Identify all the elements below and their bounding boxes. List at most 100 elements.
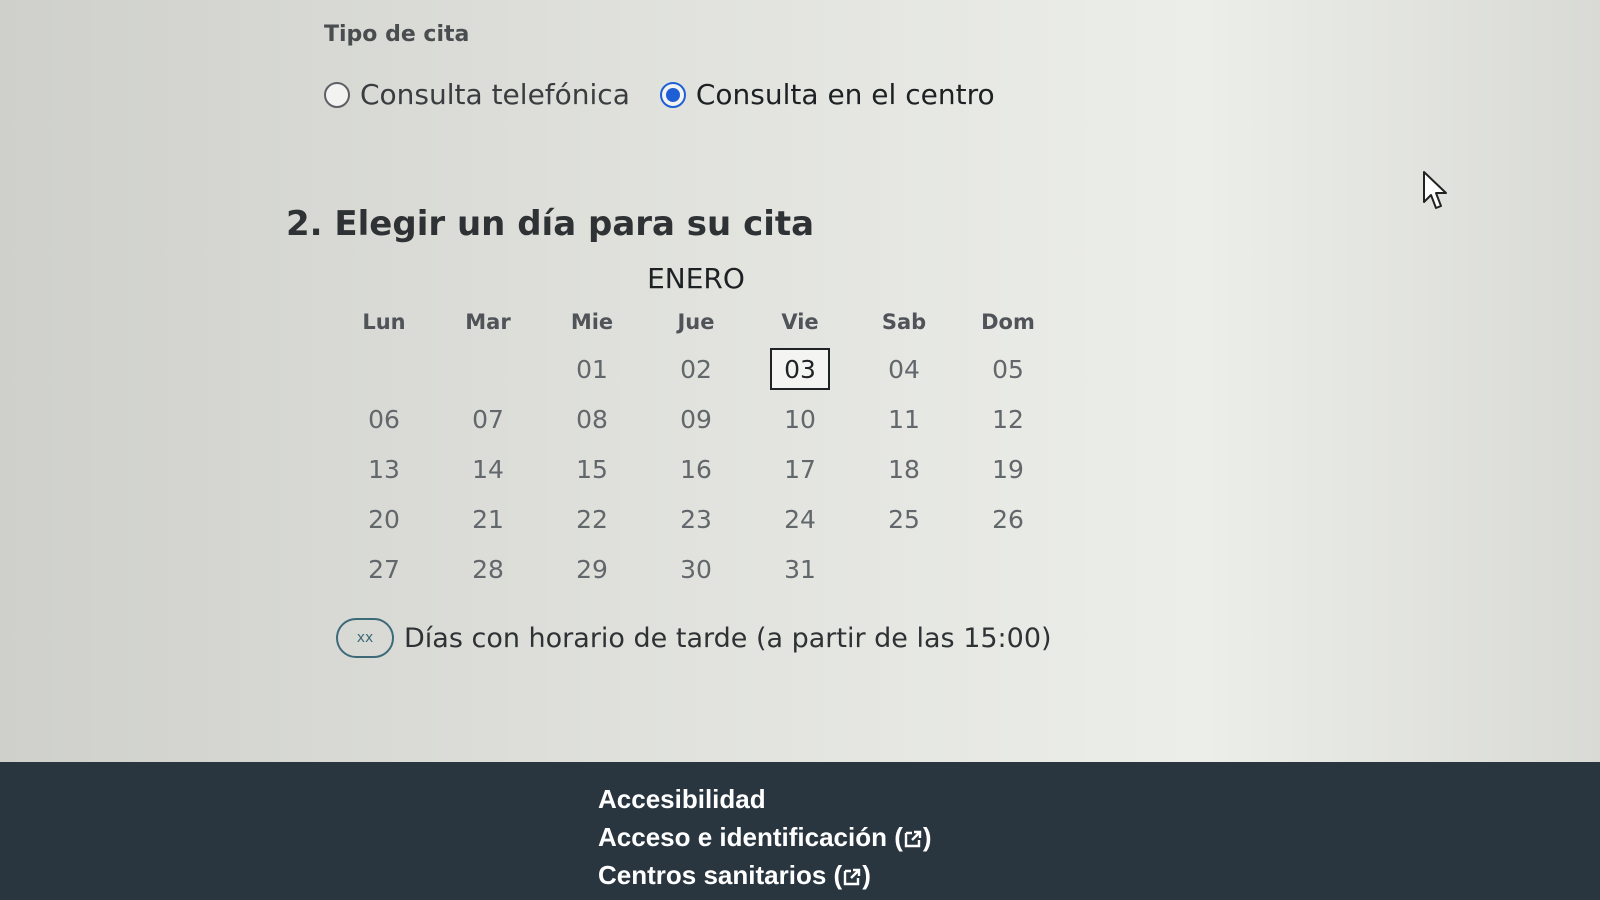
calendar: ENERO Lun Mar Mie Jue Vie Sab Dom 01 02 03 04 05 06… xyxy=(332,258,1060,594)
site-footer: Accesibilidad Acceso e identificación () C… xyxy=(0,762,1600,900)
calendar-cell: 04 xyxy=(852,348,956,390)
calendar-day[interactable]: 09 xyxy=(666,398,726,440)
calendar-day[interactable]: 26 xyxy=(978,498,1038,540)
calendar-cell: 20 xyxy=(332,498,436,540)
calendar-day[interactable]: 18 xyxy=(874,448,934,490)
calendar-cell: 31 xyxy=(748,548,852,590)
calendar-cell: 29 xyxy=(540,548,644,590)
legend-text: Días con horario de tarde (a partir de l… xyxy=(404,622,1052,654)
calendar-day[interactable]: 02 xyxy=(666,348,726,390)
calendar-day[interactable]: 21 xyxy=(458,498,518,540)
step-title-text: Elegir un día para su cita xyxy=(334,204,815,244)
calendar-cell: 26 xyxy=(956,498,1060,540)
footer-link-text: Accesibilidad xyxy=(598,784,766,814)
calendar-cell: 09 xyxy=(644,398,748,440)
calendar-cell: 30 xyxy=(644,548,748,590)
weekday-header: Mar xyxy=(465,310,511,334)
calendar-cell: 18 xyxy=(852,448,956,490)
calendar-cell: 05 xyxy=(956,348,1060,390)
calendar-cell: 19 xyxy=(956,448,1060,490)
calendar-cell: 17 xyxy=(748,448,852,490)
calendar-cell: 03 xyxy=(748,348,852,390)
weekday-header: Dom xyxy=(981,310,1035,334)
calendar-cell: 28 xyxy=(436,548,540,590)
calendar-day[interactable]: 11 xyxy=(874,398,934,440)
calendar-cell: 16 xyxy=(644,448,748,490)
calendar-day[interactable]: 30 xyxy=(666,548,726,590)
external-link-icon xyxy=(843,868,861,886)
evening-hours-legend: xx Días con horario de tarde (a partir d… xyxy=(336,618,1052,658)
calendar-day[interactable]: 10 xyxy=(770,398,830,440)
footer-link[interactable]: Acceso e identificación () xyxy=(598,818,932,856)
calendar-day[interactable]: 13 xyxy=(354,448,414,490)
calendar-week-row: 01 02 03 04 05 xyxy=(332,344,1060,394)
footer-links: Accesibilidad Acceso e identificación () C… xyxy=(598,780,932,894)
calendar-cell: 06 xyxy=(332,398,436,440)
calendar-day[interactable]: 08 xyxy=(562,398,622,440)
calendar-day[interactable]: 16 xyxy=(666,448,726,490)
calendar-day[interactable]: 14 xyxy=(458,448,518,490)
calendar-cell: 12 xyxy=(956,398,1060,440)
appointment-type-label: Tipo de cita xyxy=(324,22,470,47)
calendar-week-row: 27 28 29 30 31 xyxy=(332,544,1060,594)
calendar-grid: 01 02 03 04 05 06 07 08 09 10 11 12 13 14 15 16 17 18 19 20… xyxy=(332,344,1060,594)
calendar-day[interactable]: 12 xyxy=(978,398,1038,440)
step-number: 2. xyxy=(286,204,323,244)
weekday-header: Lun xyxy=(362,310,406,334)
calendar-cell: 15 xyxy=(540,448,644,490)
radio-center-circle[interactable] xyxy=(659,81,686,108)
footer-link-text: Centros sanitarios xyxy=(598,860,827,890)
calendar-day[interactable]: 28 xyxy=(458,548,518,590)
calendar-cell: 14 xyxy=(436,448,540,490)
calendar-day[interactable]: 04 xyxy=(874,348,934,390)
calendar-day[interactable]: 19 xyxy=(978,448,1038,490)
calendar-day[interactable]: 27 xyxy=(354,548,414,590)
calendar-day[interactable]: 20 xyxy=(354,498,414,540)
weekday-header: Vie xyxy=(781,310,819,334)
calendar-cell: 01 xyxy=(540,348,644,390)
footer-link-text: Acceso e identificación xyxy=(598,822,887,852)
calendar-day[interactable]: 23 xyxy=(666,498,726,540)
radio-phone-label: Consulta telefónica xyxy=(360,78,630,111)
calendar-week-row: 13 14 15 16 17 18 19 xyxy=(332,444,1060,494)
calendar-cell: 13 xyxy=(332,448,436,490)
weekday-header: Sab xyxy=(881,310,927,334)
radio-option-phone[interactable]: Consulta telefónica xyxy=(324,78,630,111)
calendar-day-selected[interactable]: 03 xyxy=(770,348,830,390)
calendar-day[interactable]: 05 xyxy=(978,348,1038,390)
calendar-cell: 07 xyxy=(436,398,540,440)
calendar-day[interactable]: 29 xyxy=(562,548,622,590)
calendar-day[interactable]: 06 xyxy=(354,398,414,440)
calendar-day[interactable]: 01 xyxy=(562,348,622,390)
calendar-cell: 08 xyxy=(540,398,644,440)
calendar-cell: 02 xyxy=(644,348,748,390)
calendar-cell: 11 xyxy=(852,398,956,440)
calendar-day[interactable]: 31 xyxy=(770,548,830,590)
weekday-header: Mie xyxy=(570,310,614,334)
calendar-cell: 27 xyxy=(332,548,436,590)
radio-phone-circle[interactable] xyxy=(324,81,350,108)
radio-option-center[interactable]: Consulta en el centro xyxy=(659,78,995,111)
footer-link[interactable]: Centros sanitarios () xyxy=(598,856,932,894)
calendar-day[interactable]: 24 xyxy=(770,498,830,540)
mouse-pointer-icon xyxy=(1423,171,1447,209)
calendar-week-row: 20 21 22 23 24 25 26 xyxy=(332,494,1060,544)
step-title: 2. Elegir un día para su cita xyxy=(286,204,814,244)
calendar-day[interactable]: 15 xyxy=(562,448,622,490)
legend-marker: xx xyxy=(336,618,394,658)
calendar-cell: 21 xyxy=(436,498,540,540)
radio-center-label: Consulta en el centro xyxy=(695,78,995,111)
weekday-header: Jue xyxy=(677,310,715,334)
calendar-weekdays: Lun Mar Mie Jue Vie Sab Dom xyxy=(332,300,1060,344)
calendar-month-title: ENERO xyxy=(647,262,745,295)
appointment-type-radio-group: Consulta telefónica Consulta en el centr… xyxy=(324,78,995,111)
calendar-day[interactable]: 25 xyxy=(874,498,934,540)
calendar-cell: 22 xyxy=(540,498,644,540)
calendar-cell: 10 xyxy=(748,398,852,440)
footer-link[interactable]: Accesibilidad xyxy=(598,780,932,818)
external-link-icon xyxy=(904,830,922,848)
calendar-day[interactable]: 17 xyxy=(770,448,830,490)
calendar-day[interactable]: 22 xyxy=(562,498,622,540)
calendar-day[interactable]: 07 xyxy=(458,398,518,440)
calendar-week-row: 06 07 08 09 10 11 12 xyxy=(332,394,1060,444)
